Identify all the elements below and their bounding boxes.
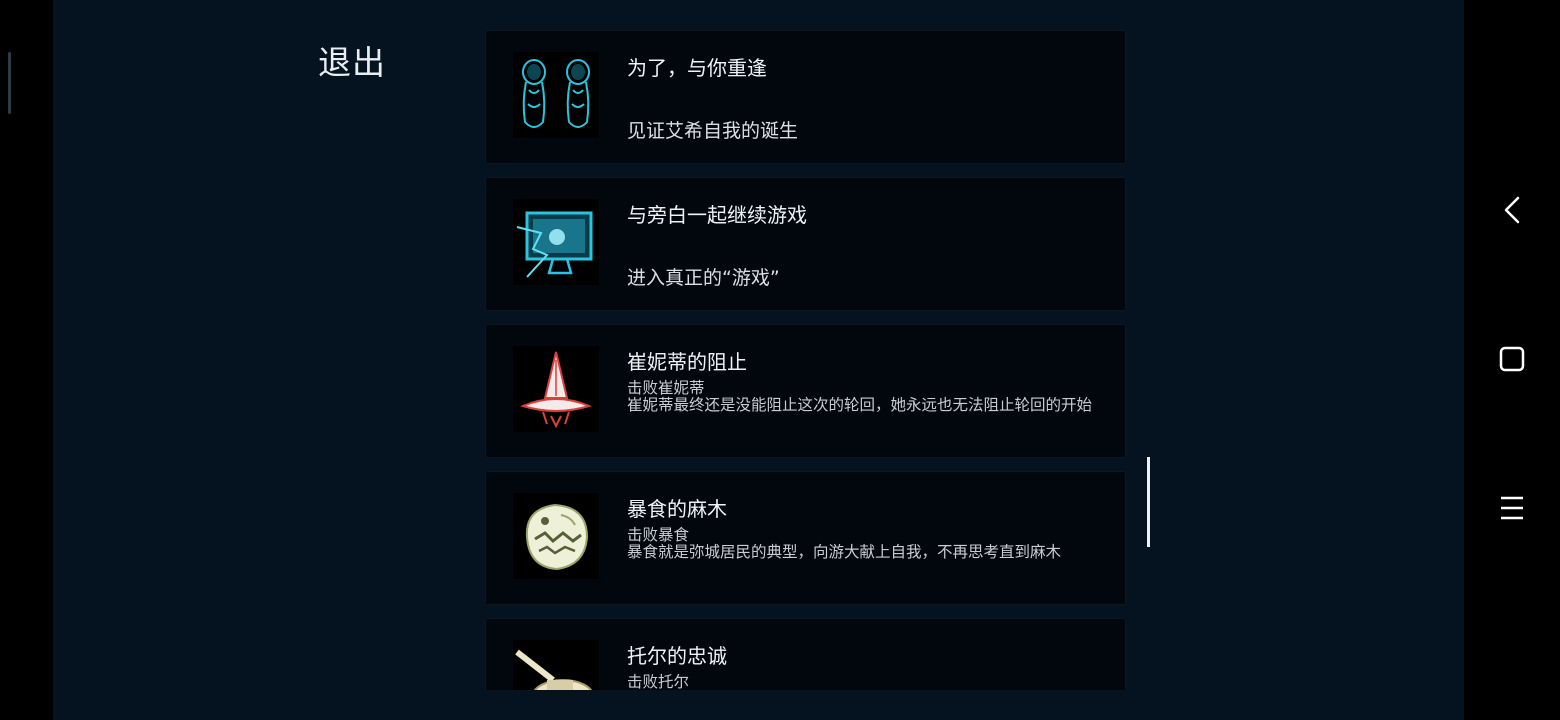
- achievement-description: 暴食就是弥城居民的典型，向游大献上自我，不再思考直到麻木: [627, 543, 1062, 561]
- tank-icon: [513, 640, 599, 690]
- exit-button[interactable]: 退出: [318, 36, 386, 84]
- gluttony-beast-icon: [513, 493, 599, 579]
- achievement-title: 托尔的忠诚: [627, 644, 727, 668]
- achievement-subtitle: 击败崔妮蒂: [627, 379, 705, 397]
- home-button[interactable]: [1492, 339, 1532, 379]
- achievement-title: 为了，与你重逢: [627, 56, 767, 80]
- system-nav-bar: [1464, 0, 1560, 720]
- achievement-description: 崔妮蒂最终还是没能阻止这次的轮回，她永远也无法阻止轮回的开始: [627, 396, 1093, 414]
- achievement-list[interactable]: 为了，与你重逢 见证艾希自我的诞生 与旁白一起继续游戏 进入真正的“游戏” 崔妮…: [485, 30, 1126, 690]
- achievement-card[interactable]: 暴食的麻木 击败暴食 暴食就是弥城居民的典型，向游大献上自我，不再思考直到麻木: [485, 471, 1126, 605]
- achievement-title: 与旁白一起继续游戏: [627, 203, 807, 227]
- screen: 退出 为了，与你重逢 见证艾希自我的诞生 与旁白一起继续游戏 进入真正的“游戏”…: [0, 0, 1560, 720]
- achievement-card[interactable]: 与旁白一起继续游戏 进入真正的“游戏”: [485, 177, 1126, 311]
- achievement-card[interactable]: 托尔的忠诚 击败托尔: [485, 618, 1126, 690]
- achievement-title: 暴食的麻木: [627, 497, 727, 521]
- achievement-subtitle: 击败暴食: [627, 526, 690, 544]
- left-edge-strip: [0, 0, 53, 720]
- achievement-card[interactable]: 为了，与你重逢 见证艾希自我的诞生: [485, 30, 1126, 164]
- edge-handle[interactable]: [8, 52, 11, 114]
- achievement-subtitle: 见证艾希自我的诞生: [627, 120, 799, 142]
- achievement-card[interactable]: 崔妮蒂的阻止 击败崔妮蒂 崔妮蒂最终还是没能阻止这次的轮回，她永远也无法阻止轮回…: [485, 324, 1126, 458]
- recents-icon: [1501, 496, 1523, 520]
- achievement-subtitle: 击败托尔: [627, 673, 690, 691]
- computer-monitor-icon: [513, 199, 599, 285]
- back-button[interactable]: [1492, 190, 1532, 230]
- recents-button[interactable]: [1492, 488, 1532, 528]
- achievement-subtitle: 进入真正的“游戏”: [627, 267, 780, 289]
- home-icon: [1499, 346, 1525, 372]
- back-icon: [1504, 196, 1520, 224]
- achievement-title: 崔妮蒂的阻止: [627, 350, 747, 374]
- scrollbar[interactable]: [1147, 457, 1150, 547]
- twin-figures-icon: [513, 52, 599, 138]
- spaceship-icon: [513, 346, 599, 432]
